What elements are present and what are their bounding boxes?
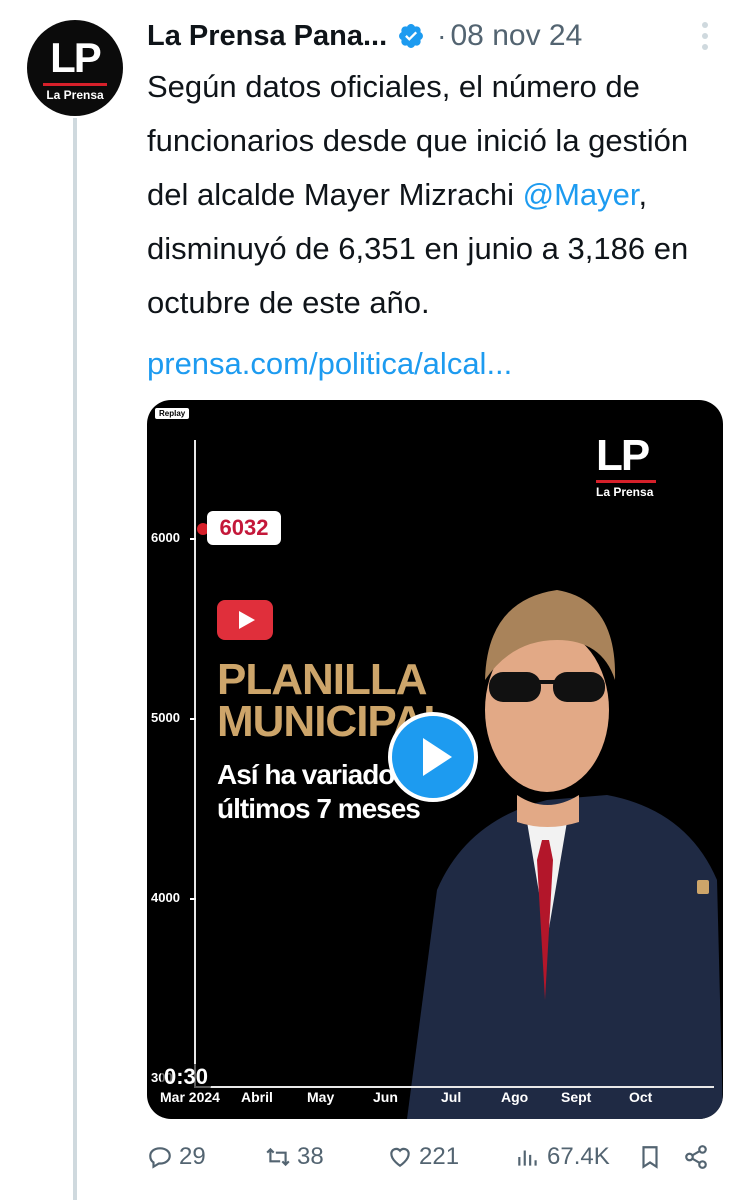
more-icon[interactable] <box>696 22 714 56</box>
x-tick-label: May <box>307 1089 335 1105</box>
video-player[interactable]: Replay 6000 5000 4000 300 Mar 2024 Abril… <box>147 400 723 1119</box>
avatar[interactable]: LP La Prensa <box>27 20 123 116</box>
y-tick-mark <box>190 898 196 900</box>
repost-icon <box>266 1147 290 1167</box>
logo-subtext: La Prensa <box>596 485 654 499</box>
repost-count: 38 <box>297 1143 324 1170</box>
y-tick-mark <box>190 538 196 540</box>
separator-dot: · <box>437 20 447 51</box>
like-icon <box>390 1147 410 1167</box>
share-icon <box>685 1145 707 1169</box>
x-tick-label: Sept <box>561 1089 592 1105</box>
avatar-logo-text: LP <box>50 34 102 81</box>
x-tick-label: Mar 2024 <box>160 1089 220 1105</box>
views-icon <box>518 1150 537 1166</box>
reply-count: 29 <box>179 1143 206 1170</box>
x-tick-label: Jul <box>441 1089 462 1105</box>
tweet-header: La Prensa Pana... · 08 nov 24 <box>147 14 582 58</box>
avatar-logo-bar <box>43 83 107 86</box>
reply-button[interactable]: 29 <box>147 1137 206 1177</box>
reply-icon <box>149 1147 171 1169</box>
value-callout: 6032 <box>207 511 281 545</box>
action-bar: 29 38 221 67.4K <box>147 1137 717 1177</box>
la-prensa-logo: LP La Prensa <box>596 434 662 499</box>
y-tick-label: 6000 <box>151 530 180 545</box>
views-count: 67.4K <box>547 1143 610 1170</box>
logo-bar <box>596 480 656 483</box>
video-title-line1: PLANILLA <box>217 655 428 704</box>
views-button[interactable]: 67.4K <box>515 1137 610 1177</box>
youtube-play-icon <box>217 600 273 640</box>
display-name[interactable]: La Prensa Pana... <box>147 20 387 53</box>
x-tick-label: Abril <box>241 1089 273 1105</box>
tweet-text: Según datos oficiales, el número de func… <box>147 60 737 330</box>
play-icon[interactable] <box>388 712 478 802</box>
bookmark-icon <box>642 1146 658 1169</box>
like-count: 221 <box>419 1143 460 1170</box>
y-tick-label: 5000 <box>151 710 180 725</box>
logo-text: LP <box>596 431 650 480</box>
repost-button[interactable]: 38 <box>265 1137 324 1177</box>
like-button[interactable]: 221 <box>387 1137 459 1177</box>
video-subtitle-line2: últimos 7 meses <box>217 793 421 824</box>
y-tick-label: 4000 <box>151 890 180 905</box>
verified-badge-icon <box>399 24 424 48</box>
x-tick-label: Ago <box>501 1089 529 1105</box>
share-button[interactable] <box>683 1137 715 1177</box>
video-subtitle-line1: Así ha variado <box>217 759 395 790</box>
chart-x-axis <box>194 1086 714 1088</box>
article-link[interactable]: prensa.com/politica/alcal... <box>147 337 512 391</box>
x-tick-label: Oct <box>629 1089 653 1105</box>
x-tick-label: Jun <box>373 1089 398 1105</box>
bookmark-button[interactable] <box>637 1137 669 1177</box>
tweet-date[interactable]: 08 nov 24 <box>451 19 583 53</box>
y-tick-mark <box>190 718 196 720</box>
thread-line <box>73 118 77 1200</box>
mention-link[interactable]: @Mayer <box>523 177 639 212</box>
person-photo <box>407 590 723 1119</box>
replay-label: Replay <box>155 408 190 419</box>
avatar-logo-subtext: La Prensa <box>46 88 104 102</box>
video-duration: 0:30 <box>161 1064 212 1090</box>
